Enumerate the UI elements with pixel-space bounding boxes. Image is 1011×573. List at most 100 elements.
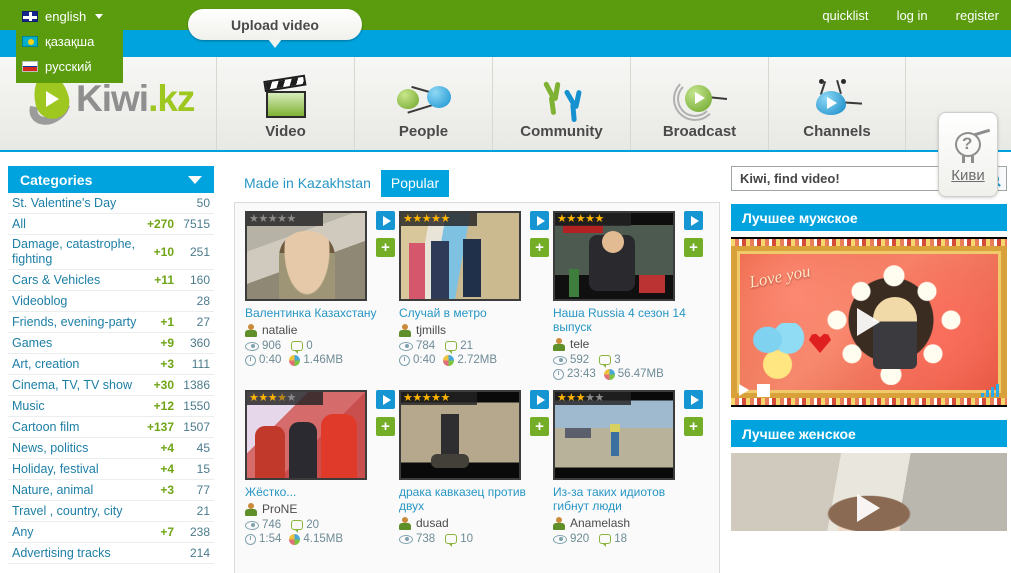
play-video-button[interactable] xyxy=(376,211,395,230)
video-rating-stars[interactable]: ★ ★ ★ ★ ★ xyxy=(401,392,477,405)
category-row[interactable]: Cinema, TV, TV show +30 1386 xyxy=(8,375,214,396)
video-thumbnail[interactable]: ★ ★ ★ ★ ★ xyxy=(399,390,521,480)
video-thumbnail[interactable]: ★ ★ ★ ★ ★ xyxy=(553,211,675,301)
star-icon: ★ xyxy=(431,392,441,404)
play-video-button[interactable] xyxy=(530,390,549,409)
add-to-quicklist-button[interactable]: + xyxy=(376,417,395,436)
category-row[interactable]: Any +7 238 xyxy=(8,522,214,543)
volume-equalizer-icon[interactable] xyxy=(981,383,999,397)
category-name: Art, creation xyxy=(12,356,80,371)
play-video-button[interactable] xyxy=(530,211,549,230)
video-thumbnail-box[interactable]: ★ ★ ★ ★ ★ + xyxy=(245,390,395,480)
video-thumbnail-box[interactable]: ★ ★ ★ ★ ★ + xyxy=(399,211,549,301)
video-rating-stars[interactable]: ★ ★ ★ ★ ★ xyxy=(555,213,631,226)
video-thumbnail[interactable]: ★ ★ ★ ★ ★ xyxy=(399,211,521,301)
play-video-button[interactable] xyxy=(376,390,395,409)
video-card[interactable]: ★ ★ ★ ★ ★ + Жёстко... ProNE 746 20 1:54 4.15MB xyxy=(245,390,395,545)
category-row[interactable]: Damage, catastrophe, fighting +10 251 xyxy=(8,235,214,270)
play-video-button[interactable] xyxy=(684,211,703,230)
video-author[interactable]: tjmills xyxy=(399,323,549,337)
star-icon: ★ xyxy=(440,213,451,225)
video-views: 784 xyxy=(399,340,435,352)
add-to-quicklist-button[interactable]: + xyxy=(530,417,549,436)
category-row[interactable]: News, politics +4 45 xyxy=(8,438,214,459)
add-to-quicklist-button[interactable]: + xyxy=(684,238,703,257)
category-row[interactable]: Music +12 1550 xyxy=(8,396,214,417)
video-thumbnail-box[interactable]: ★ ★ ★ ★ ★ + xyxy=(245,211,395,301)
stop-icon[interactable] xyxy=(757,383,770,397)
categories-header[interactable]: Categories xyxy=(8,166,214,193)
play-video-button[interactable] xyxy=(684,390,703,409)
video-card[interactable]: ★ ★ ★ ★ ★ + Из-за таких идиотов гибнут люди Ana… xyxy=(553,390,703,547)
video-thumbnail[interactable]: ★ ★ ★ ★ ★ xyxy=(245,211,367,301)
video-card[interactable]: ★ ★ ★ ★ ★ + Наша Russia 4 сезон 14 выпуск tele 5… xyxy=(553,211,703,380)
video-thumbnail-box[interactable]: ★ ★ ★ ★ ★ + xyxy=(553,211,703,301)
category-row[interactable]: Advertising tracks 214 xyxy=(8,543,214,564)
video-author[interactable]: tele xyxy=(553,337,703,351)
category-row[interactable]: Cars & Vehicles +11 160 xyxy=(8,270,214,291)
video-thumbnail-box[interactable]: ★ ★ ★ ★ ★ + xyxy=(553,390,703,480)
register-link[interactable]: register xyxy=(956,8,999,23)
category-row[interactable]: Games +9 360 xyxy=(8,333,214,354)
category-row[interactable]: Travel , country, city 21 xyxy=(8,501,214,522)
tab-popular[interactable]: Popular xyxy=(380,170,450,197)
category-row[interactable]: Videoblog 28 xyxy=(8,291,214,312)
category-row[interactable]: Cartoon film +137 1507 xyxy=(8,417,214,438)
nav-item-channels[interactable]: Channels xyxy=(768,57,906,150)
category-row[interactable]: Holiday, festival +4 15 xyxy=(8,459,214,480)
category-name: Games xyxy=(12,335,53,350)
video-thumbnail[interactable]: ★ ★ ★ ★ ★ xyxy=(553,390,675,480)
video-title[interactable]: Валентинка Казахстану xyxy=(245,306,387,320)
add-to-quicklist-button[interactable]: + xyxy=(530,238,549,257)
clock-icon xyxy=(245,533,256,545)
featured-player-best-male[interactable]: Love you xyxy=(731,237,1007,407)
video-author[interactable]: natalie xyxy=(245,323,395,337)
video-thumbnail[interactable]: ★ ★ ★ ★ ★ xyxy=(245,390,367,480)
language-option-english[interactable]: english xyxy=(16,4,123,29)
video-comments: 10 xyxy=(445,533,473,547)
video-title[interactable]: драка кавказец против двух xyxy=(399,485,541,513)
login-link[interactable]: log in xyxy=(897,8,928,23)
category-total-count: 238 xyxy=(189,525,210,539)
play-button-overlay[interactable] xyxy=(857,494,880,522)
video-title[interactable]: Случай в метро xyxy=(399,306,541,320)
video-title[interactable]: Из-за таких идиотов гибнут люди xyxy=(553,485,695,513)
video-title[interactable]: Жёстко... xyxy=(245,485,387,499)
video-card[interactable]: ★ ★ ★ ★ ★ + Валентинка Казахстану natalie 906 0 0:… xyxy=(245,211,395,380)
video-author[interactable]: Anamelash xyxy=(553,516,703,530)
video-card[interactable]: ★ ★ ★ ★ ★ + Случай в метро tjmills 784 21 0:40 2.72… xyxy=(399,211,549,380)
player-controls[interactable] xyxy=(731,381,1007,399)
add-to-quicklist-button[interactable]: + xyxy=(376,238,395,257)
video-author[interactable]: dusad xyxy=(399,516,549,530)
nav-item-video[interactable]: Video xyxy=(216,57,354,150)
nav-item-community[interactable]: Community xyxy=(492,57,630,150)
logo-text: Kiwi.kz xyxy=(76,78,195,120)
category-row[interactable]: Art, creation +3 111 xyxy=(8,354,214,375)
video-title[interactable]: Наша Russia 4 сезон 14 выпуск xyxy=(553,306,695,334)
quicklist-link[interactable]: quicklist xyxy=(822,8,868,23)
nav-item-broadcast[interactable]: Broadcast xyxy=(630,57,768,150)
tab-made-in-kazakhstan[interactable]: Made in Kazakhstan xyxy=(234,170,381,197)
video-rating-stars[interactable]: ★ ★ ★ ★ ★ xyxy=(247,392,323,405)
play-icon[interactable] xyxy=(739,384,749,396)
category-row[interactable]: Friends, evening-party +1 27 xyxy=(8,312,214,333)
language-option-russian[interactable]: русский xyxy=(16,54,123,79)
add-to-quicklist-button[interactable]: + xyxy=(684,417,703,436)
play-button-overlay[interactable] xyxy=(857,308,880,336)
video-thumbnail-box[interactable]: ★ ★ ★ ★ ★ + xyxy=(399,390,549,480)
video-rating-stars[interactable]: ★ ★ ★ ★ ★ xyxy=(555,392,631,405)
featured-player-best-female[interactable] xyxy=(731,453,1007,531)
category-row[interactable]: All +270 7515 xyxy=(8,214,214,235)
video-author[interactable]: ProNE xyxy=(245,502,395,516)
nav-item-people[interactable]: People xyxy=(354,57,492,150)
language-option-kazakh[interactable]: қазақша xyxy=(16,29,123,54)
video-author-name: tele xyxy=(570,337,590,351)
video-card[interactable]: ★ ★ ★ ★ ★ + драка кавказец против двух dusad 738… xyxy=(399,390,549,547)
kiwi-badge-button[interactable]: ? Киви xyxy=(938,112,998,197)
video-rating-stars[interactable]: ★ ★ ★ ★ ★ xyxy=(401,213,477,226)
upload-video-button[interactable]: Upload video xyxy=(188,9,362,48)
language-dropdown-menu[interactable]: english қазақша русский xyxy=(16,0,123,83)
category-row[interactable]: Nature, animal +3 77 xyxy=(8,480,214,501)
video-rating-stars[interactable]: ★ ★ ★ ★ ★ xyxy=(247,213,323,226)
category-row[interactable]: St. Valentine's Day 50 xyxy=(8,193,214,214)
